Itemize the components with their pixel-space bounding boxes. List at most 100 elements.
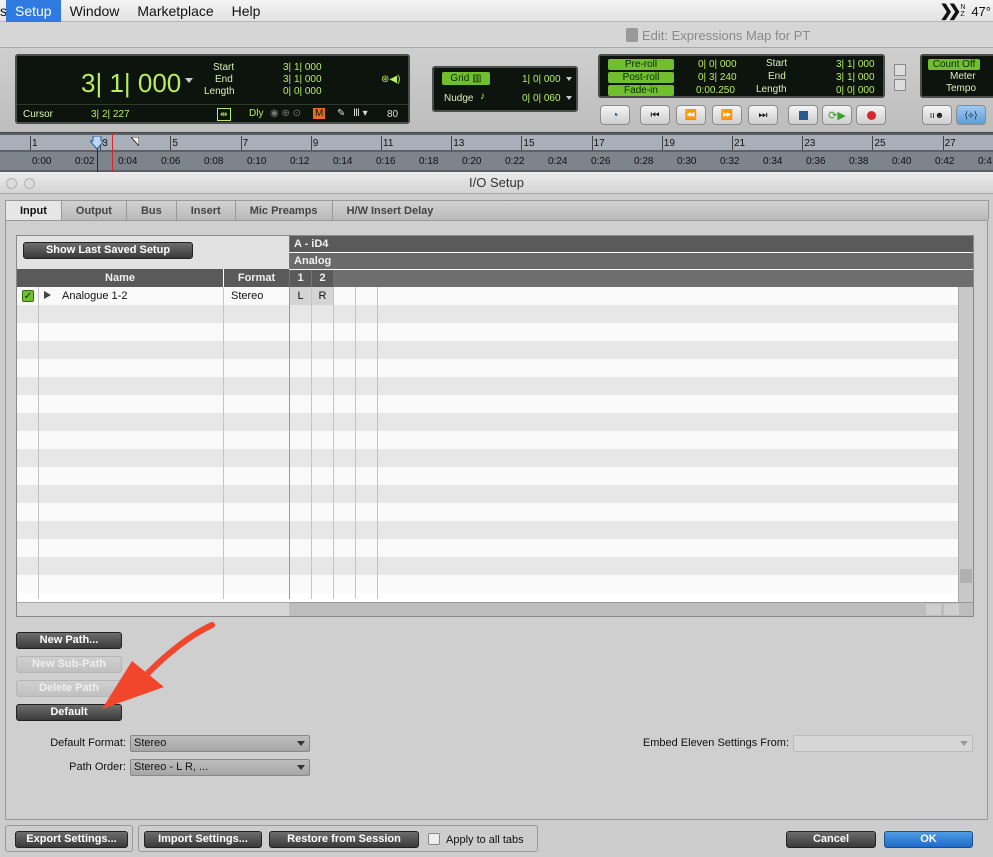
scroll-arrow-right[interactable] <box>944 604 959 615</box>
embed-settings-select[interactable] <box>793 735 973 752</box>
export-settings-button[interactable]: Export Settings... <box>15 831 128 848</box>
scroll-arrow-left[interactable] <box>926 604 941 615</box>
length-value[interactable]: 0| 0| 000 <box>283 86 322 97</box>
restore-from-session-button[interactable]: Restore from Session <box>269 831 419 848</box>
post-roll-button[interactable]: Post-roll <box>608 72 674 83</box>
time-label: 0:12 <box>290 156 310 167</box>
menu-item-window[interactable]: Window <box>61 0 129 22</box>
tempo-ruler-button[interactable]: ⟨⟡⟩ <box>956 105 986 125</box>
left-horizontal-scrollbar[interactable] <box>17 602 289 616</box>
timeline-ruler[interactable]: 1 3 5 7 9 11 13 15 17 19 21 23 25 27 0:00 0:02 0:04 0:06… <box>0 132 993 173</box>
online-button[interactable]: ◔ <box>600 105 630 125</box>
default-format-label: Default Format: <box>50 737 126 749</box>
grid-cursor-icon[interactable]: ⇹ <box>217 108 231 121</box>
transport-toggle-2[interactable] <box>894 79 906 91</box>
column-divider <box>223 287 224 599</box>
tempo-label[interactable]: Tempo <box>946 83 976 94</box>
channel-right-cell[interactable]: R <box>312 287 333 305</box>
range-start-value[interactable]: 3| 1| 000 <box>836 59 875 70</box>
min-sec-ruler[interactable] <box>0 152 993 170</box>
meter-label[interactable]: Meter <box>950 71 976 82</box>
minimize-icon[interactable] <box>24 178 35 189</box>
menu-item-marketplace[interactable]: Marketplace <box>128 0 222 22</box>
import-settings-button[interactable]: Import Settings... <box>144 831 262 848</box>
post-roll-value[interactable]: 0| 3| 240 <box>698 72 737 83</box>
counter-divider <box>17 104 408 105</box>
format-column-header[interactable]: Format <box>224 269 289 287</box>
path-name[interactable]: Analogue 1-2 <box>62 290 127 302</box>
path-row-analogue-1-2[interactable]: ✓ Analogue 1-2 Stereo <box>17 287 289 305</box>
default-format-select[interactable]: Stereo <box>130 735 310 752</box>
path-enable-checkbox[interactable]: ✓ <box>22 290 34 302</box>
ok-button[interactable]: OK <box>884 831 973 848</box>
transport-toggle-1[interactable] <box>894 64 906 76</box>
time-label: 0:36 <box>806 156 826 167</box>
bar-number-label: 7 <box>242 138 249 149</box>
pencil-icon[interactable]: ✎ <box>337 108 345 119</box>
main-counter[interactable]: 3| 1| 000 <box>81 68 181 99</box>
fast-forward-button[interactable]: ⏩ <box>712 105 742 125</box>
right-horizontal-scrollbar[interactable] <box>289 602 973 616</box>
vertical-scrollbar[interactable] <box>958 287 973 602</box>
tab-bus[interactable]: Bus <box>125 200 177 220</box>
expand-triangle-icon[interactable] <box>44 291 51 299</box>
return-to-zero-button[interactable]: ⏮ <box>640 105 670 125</box>
tab-insert[interactable]: Insert <box>175 200 236 220</box>
record-mode-icon[interactable]: ◉ ⊕ ⊙ <box>270 108 301 119</box>
compass-icon: NZ <box>960 4 966 18</box>
show-last-saved-setup-button[interactable]: Show Last Saved Setup <box>23 242 193 259</box>
tempo-ruler-icon: ⟨⟡⟩ <box>964 109 978 120</box>
metronome-button[interactable]: ıı☻ <box>922 105 952 125</box>
tab-hw-insert-delay[interactable]: H/W Insert Delay <box>331 200 989 220</box>
start-value[interactable]: 3| 1| 000 <box>283 62 322 73</box>
table-row <box>17 503 958 521</box>
rewind-button[interactable]: ⏪ <box>676 105 706 125</box>
close-icon[interactable] <box>6 178 17 189</box>
table-row <box>17 575 958 593</box>
cancel-button[interactable]: Cancel <box>786 831 876 848</box>
selection-end-marker[interactable] <box>129 136 140 148</box>
range-end-value[interactable]: 3| 1| 000 <box>836 72 875 83</box>
main-counter-menu-icon[interactable] <box>185 78 193 83</box>
table-row <box>17 341 958 359</box>
midi-merge-button[interactable]: M <box>313 108 326 119</box>
pre-roll-value[interactable]: 0| 0| 000 <box>698 59 737 70</box>
range-length-value[interactable]: 0| 0| 000 <box>836 85 875 96</box>
bar-number-label: 15 <box>523 138 535 149</box>
stop-button[interactable] <box>788 105 818 125</box>
wait-for-note-icon[interactable]: ⊛◀) <box>381 74 400 85</box>
pre-roll-button[interactable]: Pre-roll <box>608 59 674 70</box>
delay-label[interactable]: Dly <box>249 108 263 119</box>
grid-mode-button[interactable]: Grid ▥ <box>442 72 490 85</box>
grid-menu-icon[interactable] <box>566 77 572 81</box>
fade-in-value[interactable]: 0:00.250 <box>696 85 735 96</box>
path-order-select[interactable]: Stereo - L R, ... <box>130 759 310 776</box>
apply-all-tabs-label[interactable]: Apply to all tabs <box>446 834 524 846</box>
channel-left-cell[interactable]: L <box>290 287 311 305</box>
play-button[interactable]: ⟳▶ <box>822 105 852 125</box>
end-value[interactable]: 3| 1| 000 <box>283 74 322 85</box>
apply-all-tabs-checkbox[interactable] <box>428 833 440 845</box>
tab-output[interactable]: Output <box>60 200 127 220</box>
record-button[interactable] <box>856 105 886 125</box>
quantize-icon[interactable]: Ⅲ ▾ <box>353 108 368 119</box>
tab-mic-preamps[interactable]: Mic Preamps <box>234 200 333 220</box>
velocity-value[interactable]: 80 <box>387 109 398 120</box>
nudge-menu-icon[interactable] <box>566 96 572 100</box>
playhead-marker[interactable] <box>88 135 106 150</box>
name-column-header[interactable]: Name <box>17 269 223 287</box>
grid-value[interactable]: 1| 0| 000 <box>522 74 561 85</box>
time-label: 0:26 <box>591 156 611 167</box>
bars-ruler[interactable] <box>0 135 993 150</box>
main-counter-display: 3| 1| 000 Start End Length 3| 1| 000 3| … <box>15 54 410 124</box>
count-off-button[interactable]: Count Off <box>928 59 980 70</box>
nudge-value[interactable]: 0| 0| 060 <box>522 93 561 104</box>
vertical-scroll-thumb[interactable] <box>960 569 972 583</box>
fast-forward-status-icon[interactable]: ❯❯ <box>940 1 962 21</box>
menu-item-help[interactable]: Help <box>223 0 270 22</box>
table-row <box>17 557 958 575</box>
go-to-end-button[interactable]: ⏭ <box>748 105 778 125</box>
tab-input[interactable]: Input <box>5 200 62 220</box>
menu-item-setup[interactable]: Setup <box>6 0 61 22</box>
fade-in-button[interactable]: Fade-in <box>608 85 674 96</box>
